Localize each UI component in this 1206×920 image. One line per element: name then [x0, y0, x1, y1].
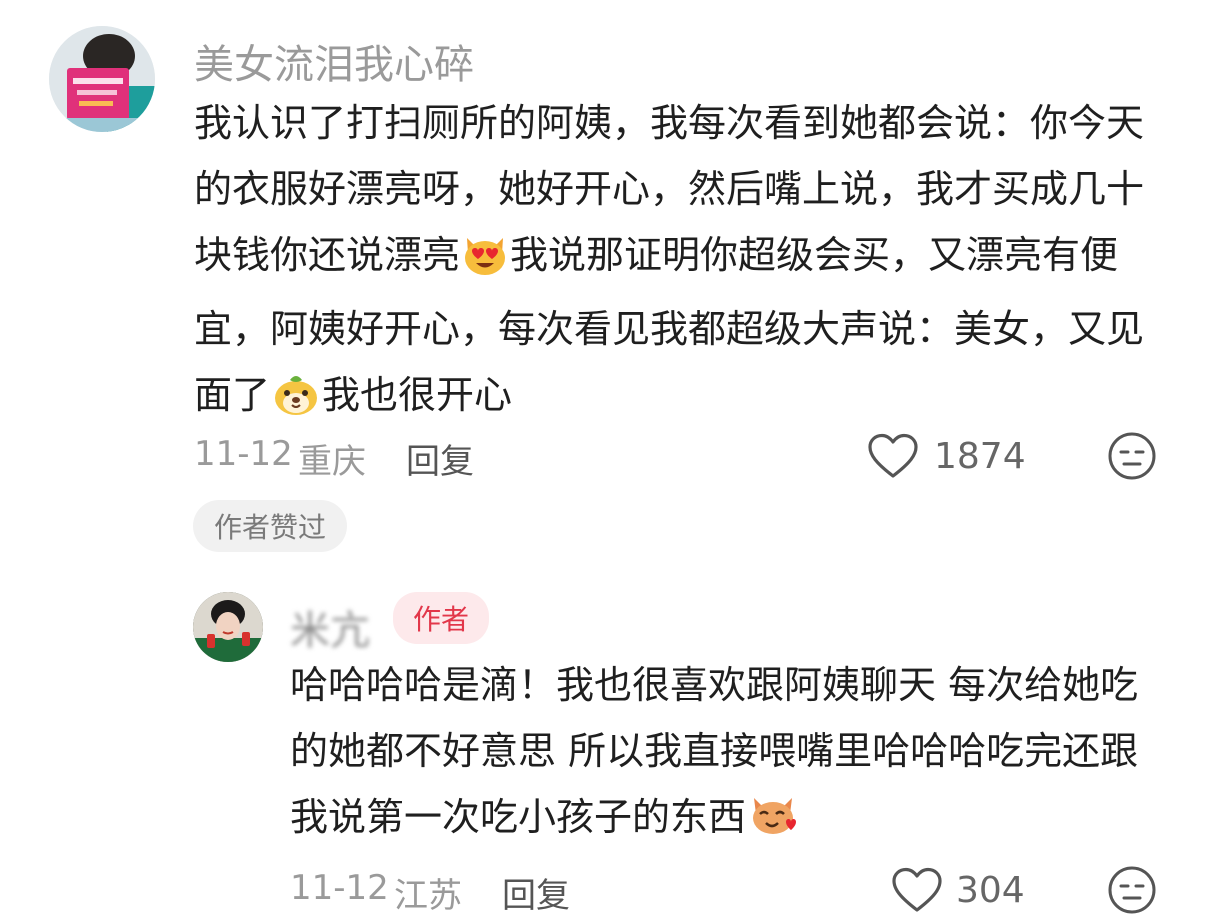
reply-avatar[interactable] — [193, 592, 263, 662]
neutral-face-icon — [1108, 432, 1156, 480]
like-button[interactable]: 1874 — [866, 428, 1036, 484]
reply-text-part-1: 哈哈哈哈是滴！我也很喜欢跟阿姨聊天 每次给她吃的她都不好意思 所以我直接喂嘴里哈… — [290, 663, 1139, 839]
comment-location: 重庆 — [298, 442, 366, 482]
heart-icon — [866, 432, 920, 480]
comment-text: 我认识了打扫厕所的阿姨，我每次看到她都会说：你今天的衣服好漂亮呀，她好开心，然后… — [194, 90, 1156, 436]
reply-text: 哈哈哈哈是滴！我也很喜欢跟阿姨聊天 每次给她吃的她都不好意思 所以我直接喂嘴里哈… — [290, 652, 1140, 858]
comment: 美女流泪我心碎 我认识了打扫厕所的阿姨，我每次看到她都会说：你今天的衣服好漂亮呀… — [0, 0, 1206, 570]
avatar-image — [49, 26, 155, 132]
reply-comment: 米亢 作者 哈哈哈哈是滴！我也很喜欢跟阿姨聊天 每次给她吃的她都不好意思 所以我… — [0, 570, 1206, 920]
reply-button[interactable]: 回复 — [406, 434, 474, 483]
reply-dislike-button[interactable] — [1106, 864, 1158, 916]
reply-date: 11-12 — [290, 868, 389, 908]
cat-heart-emoji — [748, 792, 800, 858]
like-count: 1874 — [934, 435, 1026, 477]
heart-icon — [890, 866, 944, 914]
heart-eyes-cat-emoji — [462, 230, 508, 296]
reply-reply-button[interactable]: 回复 — [502, 868, 570, 917]
comment-date: 11-12 — [194, 434, 293, 474]
reply-username[interactable]: 米亢 — [290, 598, 370, 656]
author-badge: 作者 — [393, 592, 489, 644]
reply-like-count: 304 — [956, 869, 1025, 911]
reply-avatar-image — [193, 592, 263, 662]
reply-location: 江苏 — [394, 876, 462, 916]
reply-like-button[interactable]: 304 — [890, 862, 1040, 918]
author-liked-badge: 作者赞过 — [193, 500, 347, 552]
comment-text-part-3: 我也很开心 — [322, 373, 513, 417]
username[interactable]: 美女流泪我心碎 — [194, 32, 474, 90]
avatar[interactable] — [49, 26, 155, 132]
neutral-face-icon — [1108, 866, 1156, 914]
dislike-button[interactable] — [1106, 430, 1158, 482]
cartoon-dog-emoji — [272, 370, 320, 436]
